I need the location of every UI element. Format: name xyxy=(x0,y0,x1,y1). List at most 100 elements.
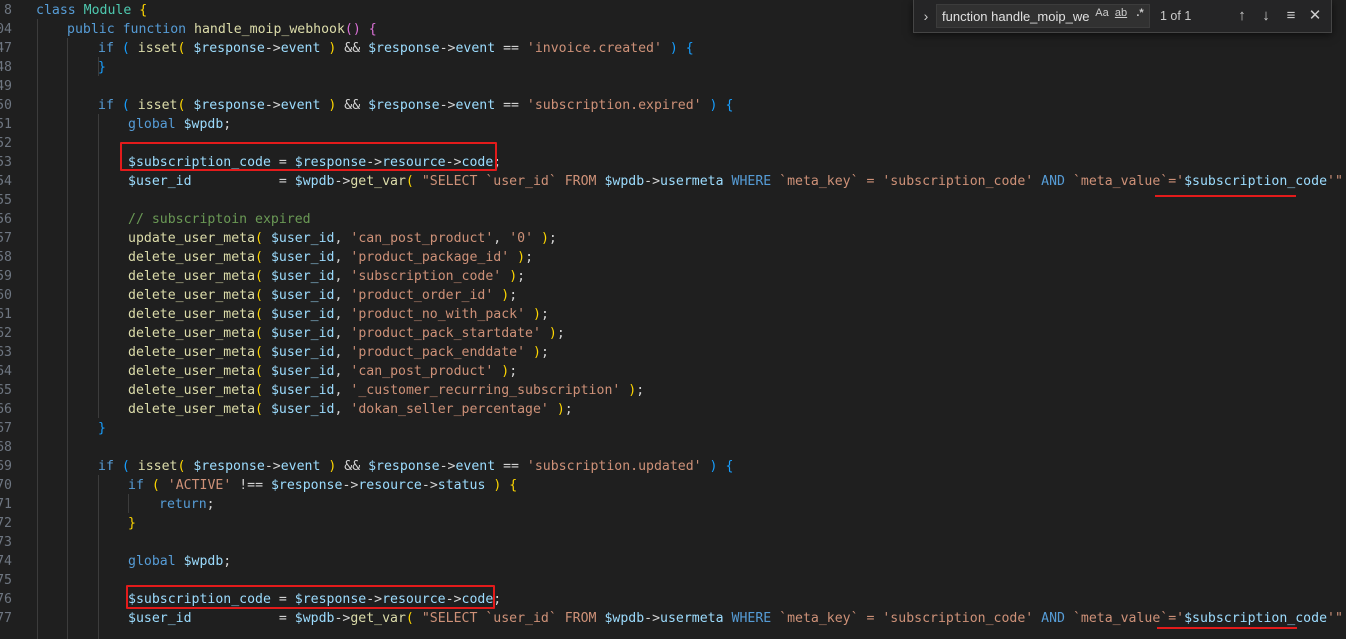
code-line[interactable]: 58 delete_user_meta( $user_id, 'product_p… xyxy=(0,248,1346,267)
line-number: 51 xyxy=(0,116,12,132)
code-text: if ( 'ACTIVE' !== $response->resource->s… xyxy=(128,477,518,493)
code-text: } xyxy=(98,59,106,75)
highlight-box xyxy=(126,585,495,609)
code-line[interactable]: 57 update_user_meta( $user_id, 'can_post_… xyxy=(0,229,1346,248)
line-number: 69 xyxy=(0,458,12,474)
code-line[interactable]: 64 delete_user_meta( $user_id, 'can_post_… xyxy=(0,362,1346,381)
code-line[interactable]: 51 global $wpdb; xyxy=(0,115,1346,134)
line-number: 77 xyxy=(0,610,12,626)
line-number: 48 xyxy=(0,59,12,75)
code-text: public function handle_moip_webhook() { xyxy=(67,21,377,37)
indent-guide xyxy=(37,19,38,639)
arrow-up-icon[interactable]: ↑ xyxy=(1232,6,1252,26)
line-number: 76 xyxy=(0,591,12,607)
line-number: 53 xyxy=(0,154,12,170)
line-number: 62 xyxy=(0,325,12,341)
line-number: 61 xyxy=(0,306,12,322)
code-text: delete_user_meta( $user_id, 'dokan_selle… xyxy=(128,401,573,417)
code-line[interactable]: 70 if ( 'ACTIVE' !== $response->resource-… xyxy=(0,476,1346,495)
line-number: 66 xyxy=(0,401,12,417)
line-number: 55 xyxy=(0,192,12,208)
indent-guide xyxy=(67,38,68,639)
code-text: delete_user_meta( $user_id, 'product_no_… xyxy=(128,306,549,322)
line-number: 60 xyxy=(0,287,12,303)
line-number: 63 xyxy=(0,344,12,360)
line-number: 68 xyxy=(0,439,12,455)
line-number: 49 xyxy=(0,78,12,94)
line-number: 65 xyxy=(0,382,12,398)
code-text: } xyxy=(128,515,136,531)
code-line[interactable]: 50 if ( isset( $response->event ) && $res… xyxy=(0,96,1346,115)
code-line[interactable]: 55 xyxy=(0,191,1346,210)
code-line[interactable]: 66 delete_user_meta( $user_id, 'dokan_sel… xyxy=(0,400,1346,419)
indent-guide xyxy=(128,494,129,513)
indent-guide xyxy=(98,114,99,418)
line-number: 59 xyxy=(0,268,12,284)
code-line[interactable]: 59 delete_user_meta( $user_id, 'subscript… xyxy=(0,267,1346,286)
line-number: 67 xyxy=(0,420,12,436)
code-text: update_user_meta( $user_id, 'can_post_pr… xyxy=(128,230,557,246)
code-line[interactable]: 62 delete_user_meta( $user_id, 'product_p… xyxy=(0,324,1346,343)
highlight-underline xyxy=(1155,195,1296,197)
code-text: delete_user_meta( $user_id, 'product_pac… xyxy=(128,325,565,341)
code-text: $user_id = $wpdb->get_var( "SELECT `user… xyxy=(128,610,1343,626)
code-line[interactable]: 54 $user_id = $wpdb->get_var( "SELECT `us… xyxy=(0,172,1346,191)
highlight-underline xyxy=(1157,627,1297,629)
line-number: 70 xyxy=(0,477,12,493)
code-line[interactable]: 69 if ( isset( $response->event ) && $res… xyxy=(0,457,1346,476)
code-text: global $wpdb; xyxy=(128,553,232,569)
line-number: 57 xyxy=(0,230,12,246)
code-text: $user_id = $wpdb->get_var( "SELECT `user… xyxy=(128,173,1343,189)
line-number: 04 xyxy=(0,21,12,37)
close-icon[interactable]: ✕ xyxy=(1305,6,1325,26)
code-text: delete_user_meta( $user_id, '_customer_r… xyxy=(128,382,645,398)
code-line[interactable]: 48} xyxy=(0,58,1346,77)
arrow-down-icon[interactable]: ↓ xyxy=(1256,6,1276,26)
indent-guide xyxy=(98,57,99,76)
code-text: if ( isset( $response->event ) && $respo… xyxy=(98,97,734,113)
code-text: delete_user_meta( $user_id, 'product_ord… xyxy=(128,287,518,303)
line-number: 72 xyxy=(0,515,12,531)
code-text: if ( isset( $response->event ) && $respo… xyxy=(98,458,734,474)
code-line[interactable]: 56 // subscriptoin expired xyxy=(0,210,1346,229)
expand-chevron-icon[interactable]: › xyxy=(918,6,934,26)
line-number: 54 xyxy=(0,173,12,189)
code-line[interactable]: 74 global $wpdb; xyxy=(0,552,1346,571)
regex-toggle[interactable]: .* xyxy=(1132,4,1148,22)
whole-word-toggle[interactable]: ab xyxy=(1112,4,1130,22)
code-line[interactable]: 49 xyxy=(0,77,1346,96)
line-number: 58 xyxy=(0,249,12,265)
line-number: 64 xyxy=(0,363,12,379)
code-line[interactable]: 67} xyxy=(0,419,1346,438)
code-line[interactable]: 47 if ( isset( $response->event ) && $res… xyxy=(0,39,1346,58)
code-text: delete_user_meta( $user_id, 'can_post_pr… xyxy=(128,363,518,379)
code-line[interactable]: 61 delete_user_meta( $user_id, 'product_n… xyxy=(0,305,1346,324)
code-text: global $wpdb; xyxy=(128,116,232,132)
code-line[interactable]: 72} xyxy=(0,514,1346,533)
line-number: 73 xyxy=(0,534,12,550)
highlight-box xyxy=(120,142,497,171)
line-number: 8 xyxy=(4,2,12,18)
code-text: } xyxy=(98,420,106,436)
code-line[interactable]: 68 xyxy=(0,438,1346,457)
line-number: 74 xyxy=(0,553,12,569)
line-number: 52 xyxy=(0,135,12,151)
line-number: 47 xyxy=(0,40,12,56)
code-line[interactable]: 60 delete_user_meta( $user_id, 'product_o… xyxy=(0,286,1346,305)
find-input-value: function handle_moip_we xyxy=(942,9,1090,24)
code-line[interactable]: 65 delete_user_meta( $user_id, '_customer… xyxy=(0,381,1346,400)
line-number: 75 xyxy=(0,572,12,588)
selection-list-icon[interactable]: ≡ xyxy=(1281,6,1301,26)
code-text: if ( isset( $response->event ) && $respo… xyxy=(98,40,694,56)
code-text: class Module { xyxy=(36,2,148,18)
code-line[interactable]: 63 delete_user_meta( $user_id, 'product_p… xyxy=(0,343,1346,362)
code-editor[interactable]: 8 class Module { 04 public function handle_… xyxy=(0,0,1346,639)
code-text: delete_user_meta( $user_id, 'subscriptio… xyxy=(128,268,526,284)
indent-guide xyxy=(98,475,99,639)
code-text: delete_user_meta( $user_id, 'product_pac… xyxy=(128,344,549,360)
code-line[interactable]: 71 return; xyxy=(0,495,1346,514)
code-line[interactable]: 73 xyxy=(0,533,1346,552)
code-line[interactable]: 77 $user_id = $wpdb->get_var( "SELECT `us… xyxy=(0,609,1346,628)
match-case-toggle[interactable]: Aa xyxy=(1094,4,1110,22)
line-number: 50 xyxy=(0,97,12,113)
